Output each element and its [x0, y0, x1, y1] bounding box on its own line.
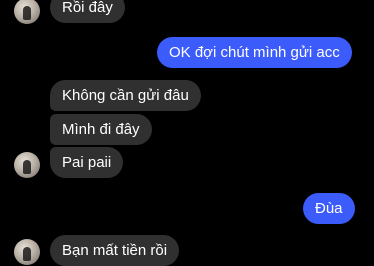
- chat-thread: Rồi đây OK đợi chút mình gửi acc Không c…: [0, 0, 374, 266]
- incoming-message-bubble[interactable]: Rồi đây: [50, 0, 125, 23]
- avatar-silhouette: [23, 247, 31, 261]
- contact-avatar[interactable]: [14, 0, 40, 24]
- incoming-message-bubble[interactable]: Pai paii: [50, 147, 124, 178]
- incoming-message-bubble[interactable]: Bạn mất tiền rồi: [50, 235, 180, 266]
- incoming-message-bubble[interactable]: Không cần gửi đâu: [50, 80, 201, 111]
- avatar-silhouette: [23, 160, 31, 174]
- incoming-message-bubble[interactable]: Mình đi đây: [50, 114, 152, 145]
- outgoing-message-bubble[interactable]: OK đợi chút mình gửi acc: [157, 37, 352, 68]
- avatar-silhouette: [23, 6, 31, 20]
- contact-avatar[interactable]: [14, 239, 40, 265]
- outgoing-message-bubble[interactable]: Đùa: [303, 193, 355, 224]
- contact-avatar[interactable]: [14, 152, 40, 178]
